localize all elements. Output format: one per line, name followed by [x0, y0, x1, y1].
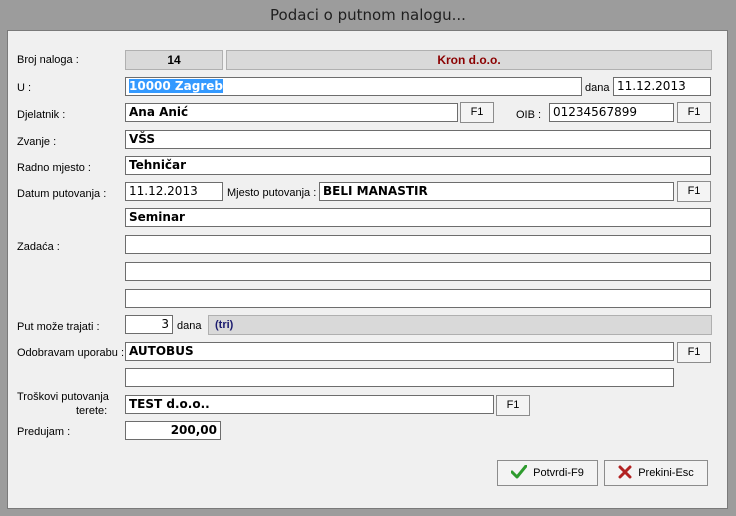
predujam-label: Predujam : [17, 426, 71, 438]
troskovi-label-line1: Troškovi putovanja [17, 391, 109, 403]
trajanje-words: (tri) [208, 315, 712, 335]
zadaca-line-1[interactable]: Seminar [125, 208, 711, 227]
u-date-input[interactable]: 11.12.2013 [613, 77, 711, 96]
trajanje-dana-label: dana [177, 320, 202, 332]
troskovi-input[interactable]: TEST d.o.o.. [125, 395, 494, 414]
djelatnik-label: Djelatnik : [17, 109, 66, 121]
radno-mjesto-input[interactable]: Tehničar [125, 156, 711, 175]
troskovi-f1-button[interactable]: F1 [496, 395, 530, 416]
cancel-button[interactable]: Prekini-Esc [604, 460, 708, 486]
u-dana-label: dana [585, 82, 610, 94]
djelatnik-f1-button[interactable]: F1 [460, 102, 494, 123]
mjesto-putovanja-label: Mjesto putovanja : [227, 187, 317, 199]
zadaca-line-4[interactable] [125, 289, 711, 308]
confirm-button-label: Potvrdi-F9 [533, 467, 584, 479]
u-input-text: 10000 Zagreb [129, 79, 223, 93]
oib-f1-button[interactable]: F1 [677, 102, 711, 123]
mjesto-putovanja-f1-button[interactable]: F1 [677, 181, 711, 202]
company-name: Kron d.o.o. [226, 50, 712, 70]
oib-input[interactable]: 01234567899 [549, 103, 674, 122]
odobravam-label: Odobravam uporabu : [17, 347, 125, 359]
predujam-input[interactable]: 200,00 [125, 421, 221, 440]
oib-label: OIB : [516, 109, 542, 121]
trajanje-input[interactable]: 3 [125, 315, 173, 334]
datum-putovanja-label: Datum putovanja : [17, 188, 107, 200]
djelatnik-input[interactable]: Ana Anić [125, 103, 458, 122]
u-label: U : [17, 82, 32, 94]
troskovi-label-line2: terete: [76, 405, 108, 417]
odobravam-extra-input[interactable] [125, 368, 674, 387]
zadaca-line-2[interactable] [125, 235, 711, 254]
dialog-window: Podaci o putnom nalogu... Broj naloga : … [0, 0, 736, 516]
odobravam-input[interactable]: AUTOBUS [125, 342, 674, 361]
broj-naloga-label: Broj naloga : [17, 54, 79, 66]
zvanje-label: Zvanje : [17, 136, 57, 148]
zvanje-input[interactable]: VŠS [125, 130, 711, 149]
radno-mjesto-label: Radno mjesto : [17, 162, 91, 174]
dialog-client-area: Broj naloga : 14 Kron d.o.o. U : 10000 Z… [7, 30, 728, 509]
zadaca-label: Zadaća : [17, 241, 60, 253]
checkmark-icon [510, 464, 528, 482]
broj-naloga-value: 14 [125, 50, 223, 70]
zadaca-line-3[interactable] [125, 262, 711, 281]
cross-icon [618, 465, 632, 482]
window-title: Podaci o putnom nalogu... [270, 6, 466, 24]
confirm-button[interactable]: Potvrdi-F9 [497, 460, 598, 486]
datum-putovanja-input[interactable]: 11.12.2013 [125, 182, 223, 201]
cancel-button-label: Prekini-Esc [638, 467, 694, 479]
odobravam-f1-button[interactable]: F1 [677, 342, 711, 363]
trajanje-label: Put može trajati : [17, 321, 100, 333]
mjesto-putovanja-input[interactable]: BELI MANASTIR [319, 182, 674, 201]
u-input[interactable]: 10000 Zagreb [125, 77, 582, 96]
